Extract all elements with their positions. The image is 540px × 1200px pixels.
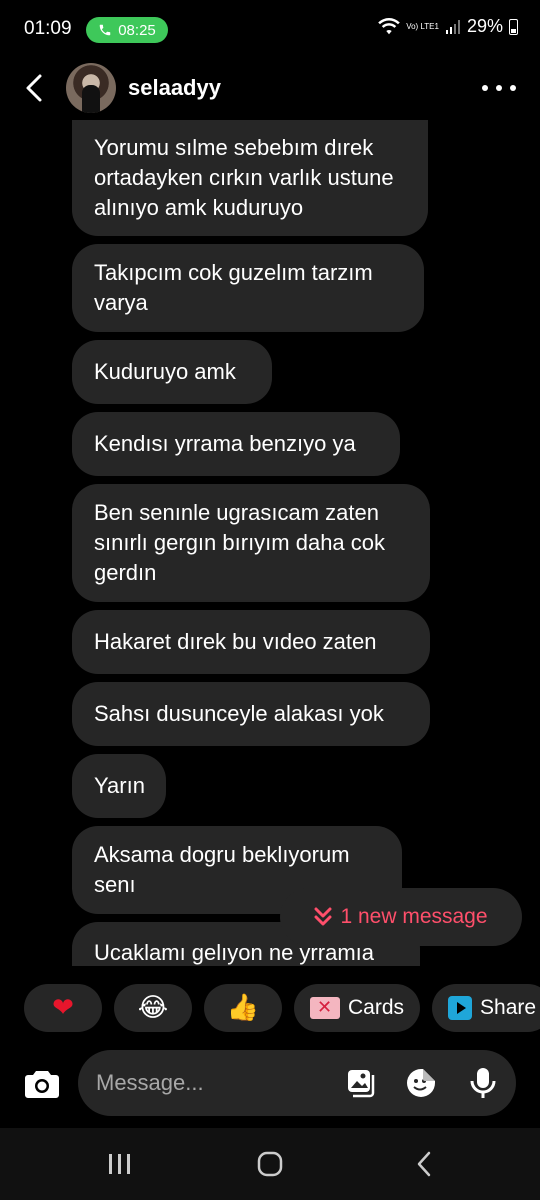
camera-icon	[25, 1071, 59, 1098]
share-label: Share	[480, 996, 537, 1019]
call-duration: 08:25	[118, 21, 156, 39]
recent-apps-icon	[109, 1154, 130, 1174]
message-bubble[interactable]: Sahsı dusunceyle alakası yok	[72, 682, 430, 746]
dot-icon	[482, 85, 488, 91]
gallery-button[interactable]	[344, 1066, 378, 1100]
new-message-label: 1 new message	[340, 905, 488, 928]
network-indicator: Vo) LTE1	[406, 22, 439, 31]
share-button[interactable]: Share	[432, 984, 540, 1032]
battery-percent: 29%	[466, 16, 503, 36]
message-bubble[interactable]: Kuduruyo amk	[72, 340, 272, 404]
cards-label: Cards	[348, 996, 405, 1019]
camera-button[interactable]	[22, 1064, 62, 1104]
sticker-button[interactable]	[404, 1066, 438, 1100]
message-bubble[interactable]: Yorumu sılme sebebım dırek ortadayken cı…	[72, 120, 428, 236]
back-arrow-icon	[417, 1151, 431, 1177]
phone-icon	[99, 24, 111, 36]
status-bar: 01:09 08:25 Vo) LTE1 29%	[0, 0, 540, 60]
thumbs-up-reaction-button[interactable]: 👍	[204, 984, 282, 1032]
message-bubble[interactable]: Yarın	[72, 754, 166, 818]
message-bubble[interactable]: Takıpcım cok guzelım tarzım varya	[72, 244, 424, 332]
system-back-button[interactable]	[404, 1148, 444, 1180]
heart-reaction-button[interactable]: ❤	[24, 984, 102, 1032]
new-message-button[interactable]: 1 new message	[280, 888, 522, 946]
status-time: 01:09	[24, 18, 72, 39]
chevron-left-icon	[26, 74, 42, 102]
wifi-icon	[378, 17, 401, 34]
signal-icon	[445, 19, 460, 34]
recent-apps-button[interactable]	[100, 1148, 140, 1180]
home-button[interactable]	[250, 1148, 290, 1180]
message-composer	[78, 1050, 516, 1116]
voice-message-button[interactable]	[466, 1066, 500, 1100]
cards-icon	[310, 997, 340, 1019]
cards-button[interactable]: Cards	[294, 984, 421, 1032]
dot-icon	[510, 85, 516, 91]
message-input[interactable]	[96, 1050, 336, 1116]
message-text: Takıpcım cok guzelım tarzım varya	[94, 260, 373, 315]
message-text: Yarın	[94, 773, 145, 798]
more-options-button[interactable]	[482, 76, 516, 100]
heart-icon: ❤	[52, 993, 74, 1023]
status-icons: Vo) LTE1 29%	[378, 16, 518, 37]
battery-icon	[509, 18, 518, 35]
message-bubble[interactable]: Kendısı yrrama benzıyo ya	[72, 412, 400, 476]
gallery-icon	[348, 1070, 375, 1098]
message-bubble[interactable]: Ben senınle ugrasıcam zaten sınırlı gerg…	[72, 484, 430, 602]
laughing-emoji-icon: 😂	[137, 993, 169, 1023]
back-button[interactable]	[16, 68, 52, 108]
message-list[interactable]: Yorumu sılme sebebım dırek ortadayken cı…	[0, 120, 540, 966]
avatar[interactable]	[66, 63, 116, 113]
message-text: Hakaret dırek bu vıdeo zaten	[94, 629, 377, 654]
sticker-icon	[407, 1069, 435, 1097]
message-text: Kuduruyo amk	[94, 359, 236, 384]
message-text: Yorumu sılme sebebım dırek ortadayken cı…	[94, 135, 394, 220]
username[interactable]: selaadyy	[128, 75, 221, 101]
message-bubble[interactable]: Hakaret dırek bu vıdeo zaten	[72, 610, 430, 674]
dot-icon	[496, 85, 502, 91]
message-text: Kendısı yrrama benzıyo ya	[94, 431, 356, 456]
chat-header: selaadyy	[0, 60, 540, 120]
ongoing-call-pill[interactable]: 08:25	[86, 17, 168, 43]
double-chevron-down-icon	[314, 907, 332, 926]
home-icon	[257, 1151, 283, 1177]
message-text: Sahsı dusunceyle alakası yok	[94, 701, 384, 726]
laugh-reaction-button[interactable]: 😂	[114, 984, 192, 1032]
message-text: Ben senınle ugrasıcam zaten sınırlı gerg…	[94, 500, 386, 585]
quick-reply-bar: ❤ 😂 👍 Cards Share	[24, 984, 540, 1032]
thumbs-up-icon: 👍	[226, 993, 260, 1023]
share-icon	[448, 996, 473, 1020]
microphone-icon	[470, 1068, 496, 1098]
system-navigation-bar	[0, 1128, 540, 1200]
